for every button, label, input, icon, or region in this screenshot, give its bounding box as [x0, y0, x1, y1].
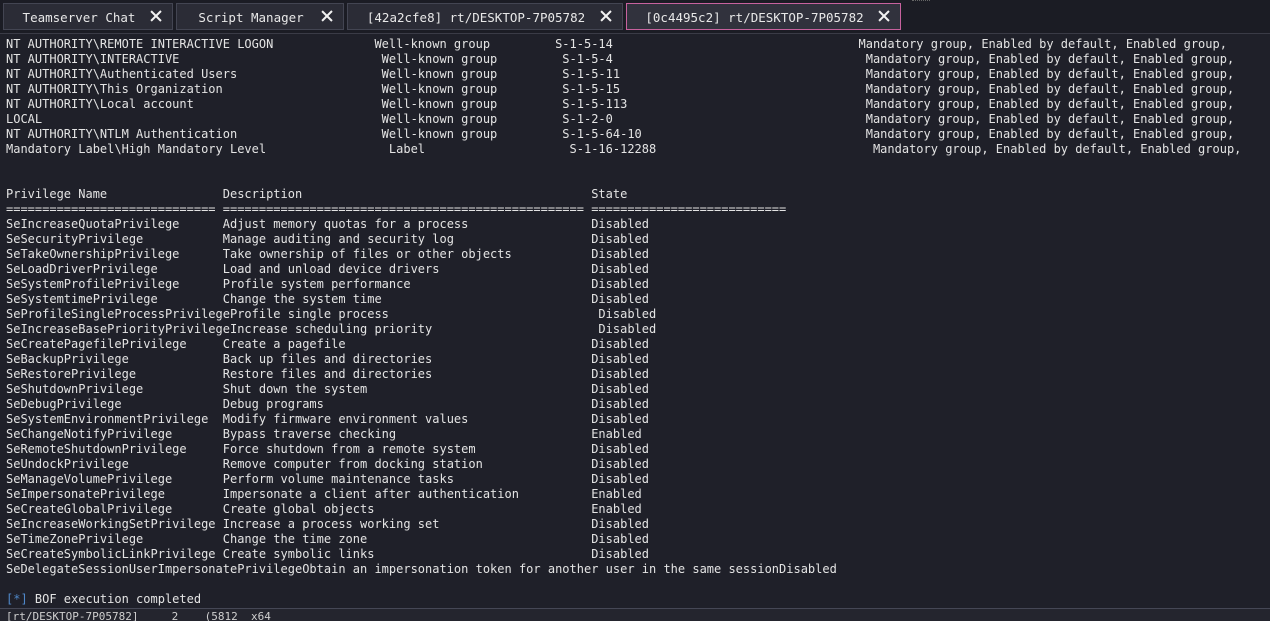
group-row: NT AUTHORITY\This Organization Well-know… [6, 82, 1235, 96]
close-icon[interactable] [598, 8, 614, 24]
tab-beacon-0c4495c2[interactable]: [0c4495c2] rt/DESKTOP-7P05782 [626, 3, 901, 30]
tab-label: Teamserver Chat [22, 10, 136, 25]
privilege-row: SeSystemtimePrivilege Change the system … [6, 292, 649, 306]
status-bar: [rt/DESKTOP-7P05782] 2 (5812 x64 [0, 608, 1270, 621]
beacon-console-output: NT AUTHORITY\REMOTE INTERACTIVE LOGON We… [0, 34, 1270, 608]
privilege-row: SeCreateSymbolicLinkPrivilege Create sym… [6, 547, 649, 561]
privilege-row: SeBackupPrivilege Back up files and dire… [6, 352, 649, 366]
privilege-row: SeProfileSingleProcessPrivilegeProfile s… [6, 307, 657, 321]
tab-script-manager[interactable]: Script Manager [176, 3, 344, 30]
privilege-row: SeRestorePrivilege Restore files and dir… [6, 367, 649, 381]
privilege-row: SeRemoteShutdownPrivilege Force shutdown… [6, 442, 649, 456]
info-marker: [*] [6, 592, 28, 606]
privilege-row: SeIncreaseBasePriorityPrivilegeIncrease … [6, 322, 657, 336]
privilege-row: SeSecurityPrivilege Manage auditing and … [6, 232, 649, 246]
privilege-row: SeTimeZonePrivilege Change the time zone… [6, 532, 649, 546]
group-row: LOCAL Well-known group S-1-2-0 Mandatory… [6, 112, 1235, 126]
drag-handle[interactable] [912, 0, 930, 4]
privilege-row: SeLoadDriverPrivilege Load and unload de… [6, 262, 649, 276]
privilege-row: SeUndockPrivilege Remove computer from d… [6, 457, 649, 471]
status-text: [rt/DESKTOP-7P05782] 2 (5812 x64 [6, 610, 271, 621]
close-icon[interactable] [876, 8, 892, 24]
close-icon[interactable] [148, 8, 164, 24]
close-icon[interactable] [319, 8, 335, 24]
group-row: NT AUTHORITY\Authenticated Users Well-kn… [6, 67, 1235, 81]
privilege-row: SeManageVolumePrivilege Perform volume m… [6, 472, 649, 486]
privilege-row: SeIncreaseWorkingSetPrivilege Increase a… [6, 517, 649, 531]
tab-beacon-42a2cfe8[interactable]: [42a2cfe8] rt/DESKTOP-7P05782 [347, 3, 623, 30]
completion-text: BOF execution completed [27, 592, 202, 606]
privilege-row: SeImpersonatePrivilege Impersonate a cli… [6, 487, 642, 501]
privilege-row: SeSystemProfilePrivilege Profile system … [6, 277, 649, 291]
group-row: Mandatory Label\High Mandatory Level Lab… [6, 142, 1242, 156]
privilege-row: SeChangeNotifyPrivilege Bypass traverse … [6, 427, 642, 441]
privilege-row: SeSystemEnvironmentPrivilege Modify firm… [6, 412, 649, 426]
privilege-row: SeDebugPrivilege Debug programs Disabled [6, 397, 649, 411]
tab-label: [42a2cfe8] rt/DESKTOP-7P05782 [366, 10, 586, 25]
privilege-row: SeDelegateSessionUserImpersonatePrivileg… [6, 562, 837, 576]
completion-message: [*] BOF execution completed [6, 592, 201, 607]
privilege-row: SeTakeOwnershipPrivilege Take ownership … [6, 247, 649, 261]
privilege-table-rule: ============================= ==========… [6, 202, 787, 216]
privilege-row: SeCreatePagefilePrivilege Create a pagef… [6, 337, 649, 351]
group-row: NT AUTHORITY\REMOTE INTERACTIVE LOGON We… [6, 37, 1227, 51]
group-row: NT AUTHORITY\INTERACTIVE Well-known grou… [6, 52, 1235, 66]
group-row: NT AUTHORITY\Local account Well-known gr… [6, 97, 1235, 111]
privilege-row: SeCreateGlobalPrivilege Create global ob… [6, 502, 642, 516]
privilege-row: SeShutdownPrivilege Shut down the system… [6, 382, 649, 396]
group-row: NT AUTHORITY\NTLM Authentication Well-kn… [6, 127, 1235, 141]
privilege-row: SeIncreaseQuotaPrivilege Adjust memory q… [6, 217, 649, 231]
privilege-table-header: Privilege Name Description State [6, 187, 628, 201]
tab-teamserver-chat[interactable]: Teamserver Chat [3, 3, 173, 30]
tab-label: [0c4495c2] rt/DESKTOP-7P05782 [645, 10, 864, 25]
tab-bar: Teamserver Chat Script Manager [42a2cfe8… [0, 0, 1270, 34]
